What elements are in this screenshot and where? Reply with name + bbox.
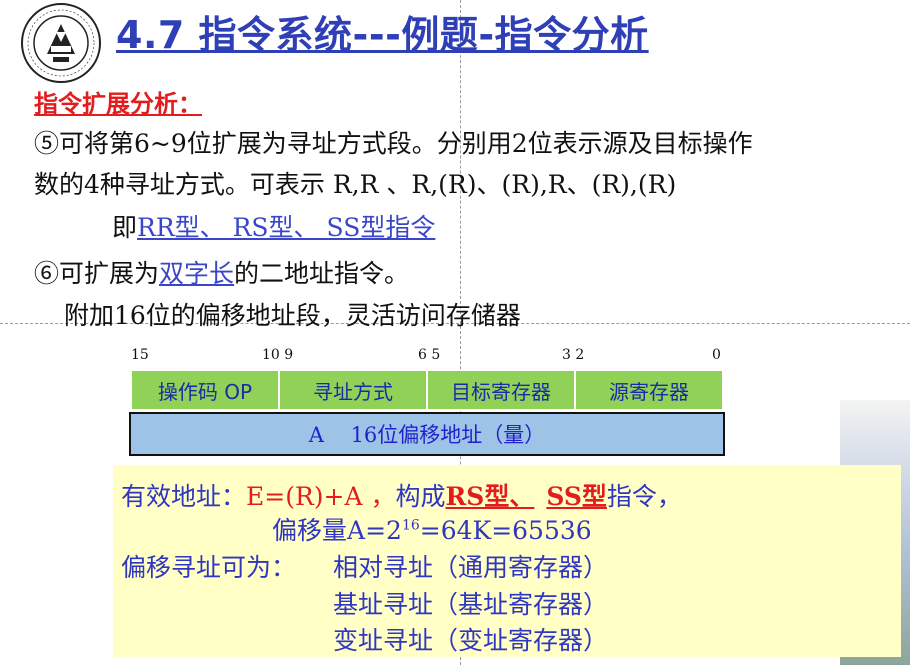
offset-modes-label: 偏移寻址可为： [121,553,297,582]
item5-line1: ⑤可将第6~9位扩展为寻址方式段。分别用2位表示源及目标操作 [34,129,753,158]
addressing-mode-field: 寻址方式 [279,370,427,410]
double-word-link[interactable]: 双字长 [159,259,234,288]
mode-base: 基址寻址（基址寄存器） [333,590,609,619]
ea-label: 有效地址： [121,482,247,511]
effective-address-line: 有效地址：E=(R)+A ，构成RS型、 SS型指令， [121,477,682,513]
offset-amount-line: 偏移量A=216=64K=65536 [272,511,592,547]
mode-index: 变址寻址（变址寄存器） [333,626,609,655]
item6-prefix: ⑥可扩展为 [34,259,160,288]
bit-label-0: 0 [712,347,721,363]
opcode-field: 操作码 OP [131,370,279,410]
item5-line3-prefix: 即 [112,213,138,242]
item5-line3: 即RR型、 RS型、 SS型指令 [112,208,435,244]
offset-address-field: A 16位偏移地址（量） [129,412,725,456]
item6-suffix: 的二地址指令。 [234,259,410,288]
rs-type-text: RS型、 [445,482,535,511]
offset-formula-base: A=2 [347,516,402,545]
offset-formula-rest: =64K=65536 [419,516,592,545]
destination-register-field: 目标寄存器 [427,370,575,410]
bit-label-3-2: 3 2 [562,347,585,363]
instruction-types-link[interactable]: RR型、 RS型、 SS型指令 [137,213,435,242]
bit-label-10-9: 10 9 [262,347,294,363]
ea-instr: 指令， [606,482,682,511]
instruction-format-row: 操作码 OP 寻址方式 目标寄存器 源寄存器 [131,370,723,410]
bit-label-6-5: 6 5 [418,347,441,363]
section-heading: 指令扩展分析： [34,89,202,118]
item5-line2: 数的4种寻址方式。可表示 R,R 、R,(R)、(R),R、(R),(R) [34,170,677,199]
bit-label-15: 15 [131,347,149,363]
ea-formula: E=(R)+A ， [246,482,396,511]
offset-label: 偏移量 [272,516,348,545]
item6-line1: ⑥可扩展为双字长的二地址指令。 [34,254,409,290]
ea-compose: 构成 [395,482,446,511]
university-seal-logo [21,3,101,83]
offset-exponent: 16 [401,517,420,534]
item6-line2: 附加16位的偏移地址段，灵活访问存储器 [64,301,521,330]
mode-relative: 相对寻址（通用寄存器） [333,553,609,582]
ss-type-text: SS型 [546,482,607,511]
slide-title: 4.7 指令系统---例题-指令分析 [116,13,649,57]
source-register-field: 源寄存器 [575,370,723,410]
